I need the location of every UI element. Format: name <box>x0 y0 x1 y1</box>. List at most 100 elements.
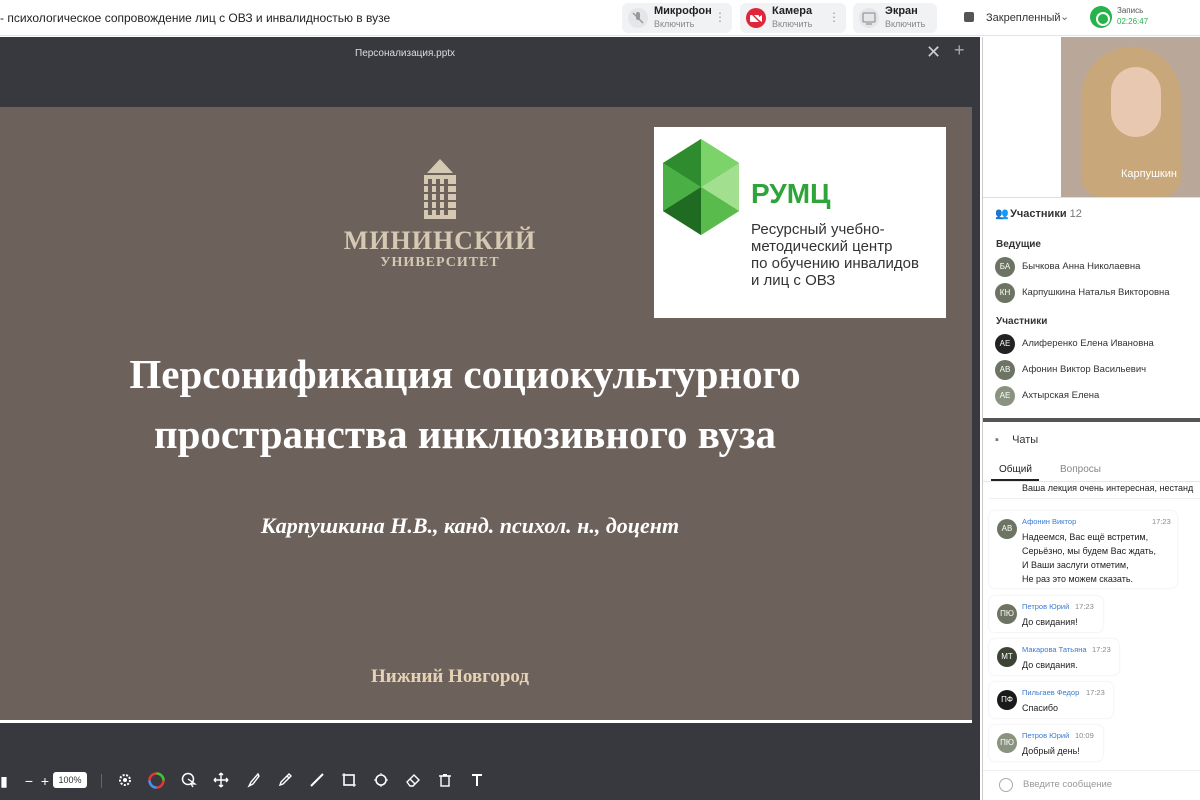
presentation-tab-bar: Персонализация.pptx ✕ + <box>0 37 980 71</box>
message-text: Добрый день! <box>1022 746 1080 756</box>
chat-message[interactable]: ПФ Пильгаев Федор 17:23 Спасибо <box>989 682 1113 718</box>
toolbar-divider <box>101 774 102 788</box>
camera-menu-icon[interactable]: ⋮ <box>828 10 840 24</box>
message-text: Надеемся, Вас ещё встретим, Серьёзно, мы… <box>1022 530 1156 586</box>
participants-header[interactable]: 👥 Участники 12 <box>995 207 1082 220</box>
recording-icon[interactable] <box>1090 6 1112 28</box>
chat-message-partial: Ваша лекция очень интересная, нестанд <box>1022 483 1194 493</box>
message-author: Макарова Татьяна <box>1022 645 1087 654</box>
message-time: 17:23 <box>1075 602 1094 611</box>
screen-share-control[interactable]: Экран Включить <box>853 3 937 33</box>
participant-name: Ахтырская Елена <box>1022 390 1100 401</box>
circle-icon[interactable] <box>373 772 389 793</box>
layout-icon <box>964 12 974 22</box>
move-icon[interactable] <box>213 772 229 793</box>
top-bar: - психологическое сопровождение лиц с ОВ… <box>0 0 1200 36</box>
chat-tabs: Общий Вопросы <box>983 460 1200 482</box>
pointer-icon[interactable] <box>181 772 198 793</box>
screen-share-icon <box>859 8 879 28</box>
zoom-value[interactable]: 100% <box>53 772 87 788</box>
settings-icon[interactable] <box>117 772 133 793</box>
chats-header[interactable]: ▪ Чаты <box>995 434 1038 446</box>
chat-input[interactable]: Введите сообщение <box>983 770 1200 800</box>
eraser-icon[interactable] <box>405 772 421 793</box>
participant-name: Алиференко Елена Ивановна <box>1022 338 1154 349</box>
participants-icon: 👥 <box>995 208 1009 220</box>
slide-divider <box>0 720 972 723</box>
avatar: КН <box>995 283 1015 303</box>
avatar: АВ <box>995 360 1015 380</box>
message-line: И Ваши заслуги отметим, <box>1022 560 1129 570</box>
chat-input-placeholder: Введите сообщение <box>1023 779 1113 790</box>
chat-message[interactable]: АВ Афонин Виктор 17:23 Надеемся, Вас ещё… <box>989 511 1177 588</box>
text-tool-icon[interactable] <box>469 772 485 793</box>
chat-message[interactable]: ПЮ Петров Юрий 17:23 До свидания! <box>989 596 1103 632</box>
mic-control[interactable]: Микрофон Включить ⋮ <box>622 3 732 33</box>
add-tab-icon[interactable]: + <box>954 40 965 61</box>
hosts-label: Ведущие <box>996 239 1041 250</box>
participant-row[interactable]: БА Бычкова Анна Николаевна <box>995 257 1200 277</box>
brush-icon[interactable] <box>245 772 261 793</box>
rumc-desc-line: методический центр <box>751 238 893 255</box>
video-face <box>1111 67 1161 137</box>
rumc-logo: РУМЦ Ресурсный учебно- методический цент… <box>654 127 946 318</box>
presentation-stage: Персонализация.pptx ✕ + МИНИНСКИЙ УНИВЕР… <box>0 37 980 800</box>
avatar: БА <box>995 257 1015 277</box>
chat-message[interactable]: МТ Макарова Татьяна 17:23 До свидания. <box>989 639 1119 675</box>
tab-general[interactable]: Общий <box>999 464 1032 475</box>
avatar: АЕ <box>995 386 1015 406</box>
green-crystal-icon <box>663 139 739 235</box>
message-time: 17:23 <box>1086 688 1105 697</box>
participant-row[interactable]: КН Карпушкина Наталья Викторовна <box>995 283 1200 303</box>
participant-row[interactable]: АЕ Алиференко Елена Ивановна <box>995 334 1200 354</box>
layout-label: Закрепленный <box>986 12 1061 24</box>
message-line: Не раз это можем сказать. <box>1022 574 1134 584</box>
layout-selector[interactable]: Закрепленный ⌄ <box>958 3 1076 33</box>
chats-label: Чаты <box>1012 434 1039 446</box>
minin-university-logo: МИНИНСКИЙ УНИВЕРСИТЕТ <box>340 159 540 279</box>
avatar: МТ <box>997 647 1017 667</box>
message-time: 17:23 <box>1152 517 1171 526</box>
slide-title-line1: Персонификация социокультурного <box>129 351 801 397</box>
color-picker-icon[interactable] <box>148 772 165 794</box>
participant-row[interactable]: АЕ Ахтырская Елена <box>995 386 1200 406</box>
right-sidebar: Карпушкин 👥 Участники 12 Ведущие БА Бычк… <box>982 37 1200 800</box>
avatar: ПФ <box>997 690 1017 710</box>
resize-handle[interactable] <box>983 418 1200 422</box>
message-text: До свидания. <box>1022 660 1078 670</box>
participant-name: Карпушкина Наталья Викторовна <box>1022 287 1170 298</box>
rectangle-icon[interactable] <box>341 772 357 793</box>
logo-text-line1: МИНИНСКИЙ <box>343 226 537 255</box>
message-author: Петров Юрий <box>1022 731 1070 740</box>
chat-icon: ▪ <box>995 434 999 446</box>
participant-row[interactable]: АВ Афонин Виктор Васильевич <box>995 360 1200 380</box>
rumc-description: Ресурсный учебно- методический центр по … <box>751 221 919 289</box>
message-author: Петров Юрий <box>1022 602 1070 611</box>
avatar: ПЮ <box>997 733 1017 753</box>
slide: МИНИНСКИЙ УНИВЕРСИТЕТ РУМЦ Ресурсный уче… <box>0 107 972 721</box>
mic-menu-icon[interactable]: ⋮ <box>714 10 726 24</box>
zoom-in-button[interactable]: + <box>36 772 54 790</box>
emoji-icon[interactable] <box>999 778 1013 792</box>
logo-text-line2: УНИВЕРСИТЕТ <box>380 255 500 270</box>
camera-off-icon <box>746 8 766 28</box>
tab-questions[interactable]: Вопросы <box>1060 464 1101 475</box>
tower-icon <box>424 159 456 219</box>
message-author: Афонин Виктор <box>1022 517 1077 526</box>
rumc-desc-line: и лиц с ОВЗ <box>751 272 836 289</box>
trash-icon[interactable] <box>437 772 453 793</box>
speaker-video[interactable]: Карпушкин <box>1061 37 1200 197</box>
chat-message[interactable]: ПЮ Петров Юрий 10:09 Добрый день! <box>989 725 1103 761</box>
slide-city: Нижний Новгород <box>371 666 529 687</box>
message-line: Серьёзно, мы будем Вас ждать, <box>1022 546 1156 556</box>
camera-control[interactable]: Камера Включить ⋮ <box>740 3 846 33</box>
close-icon[interactable]: ✕ <box>926 42 941 63</box>
slide-author: Карпушкина Н.В., канд. психол. н., доцен… <box>260 513 680 538</box>
screen-state: Включить <box>885 19 926 29</box>
camera-state: Включить <box>772 19 813 29</box>
line-icon[interactable] <box>309 772 325 793</box>
panel-toggle-icon[interactable]: ▮ <box>0 772 8 790</box>
chevron-down-icon: ⌄ <box>1060 11 1070 23</box>
marker-icon[interactable] <box>277 772 293 793</box>
mic-off-icon <box>628 8 648 28</box>
